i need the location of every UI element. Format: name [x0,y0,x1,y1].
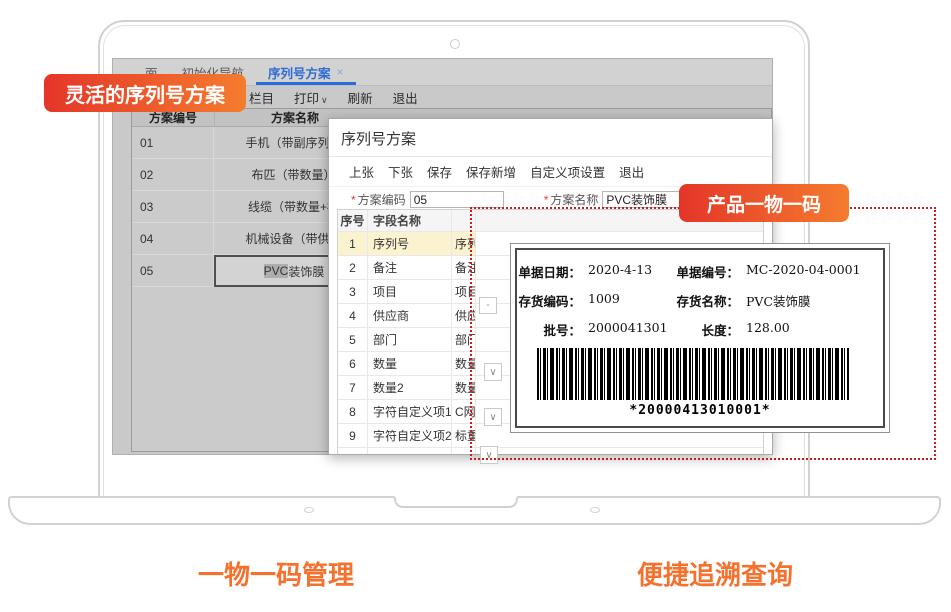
seq-cell: 2 [338,256,368,279]
label-field-key: 单据日期： [517,262,581,281]
main-toolbar-item[interactable]: 退出 [393,88,418,107]
scheme-code-cell: 04 [132,223,214,255]
badge-flexible-scheme: 灵活的序列号方案 [44,74,246,112]
seq-cell: 5 [338,328,368,351]
barcode-label-inner-border: 单据日期：2020-4-13单据编号：MC-2020-04-0001存货编码：1… [515,248,885,428]
label-field-key: 存货名称： [669,291,739,310]
main-toolbar-item[interactable]: 刷新 [348,88,373,107]
label-field-value: MC-2020-04-0001 [739,262,883,281]
badge-one-item-one-code: 产品一物一码 [679,184,849,222]
barcode-label-card: 单据日期：2020-4-13单据编号：MC-2020-04-0001存货编码：1… [510,243,890,433]
label-field-key: 单据编号： [669,262,739,281]
selected-text: PVC [264,264,289,278]
seq-cell: 1 [338,232,368,255]
dialog-title: 序列号方案 [329,119,772,157]
seq-cell: 8 [338,400,368,423]
label-field-value: 128.00 [739,320,883,339]
caption-trace-query: 便捷追溯查询 [637,555,793,592]
dialog-toolbar-item[interactable]: 下张 [388,162,413,181]
main-toolbar-item[interactable]: 栏目 [249,88,274,107]
seq-cell: 4 [338,304,368,327]
label-field-value: 2000041301 [581,320,669,339]
dialog-toolbar-item[interactable]: 保存 [427,162,452,181]
base-foot-left [304,507,314,513]
laptop-hinge-notch [394,496,518,508]
field-name-cell [368,448,452,454]
seq-cell: 7 [338,376,368,399]
field-name-cell: 供应商 [368,304,452,327]
barcode-image [537,348,849,400]
seq-cell: 6 [338,352,368,375]
main-toolbar-item[interactable]: 打印∨ [294,88,328,107]
caption-one-code-management: 一物一码管理 [198,555,354,592]
field-name-cell: 字符自定义项1 [368,400,452,423]
dialog-toolbar-item[interactable]: 退出 [619,162,644,181]
tab-close-icon[interactable]: × [337,65,344,79]
field-name-cell: 序列号 [368,232,452,255]
dialog-toolbar-item[interactable]: 上张 [349,162,374,181]
tab-active[interactable]: 序列号方案 × [256,59,356,85]
seq-cell: 10 [338,448,368,454]
scheme-code-cell: 03 [132,191,214,223]
dropdown-caret-icon: ∨ [321,95,328,105]
label-fields-grid: 单据日期：2020-4-13单据编号：MC-2020-04-0001存货编码：1… [517,250,883,339]
dialog-toolbar-item[interactable]: 保存新增 [466,162,516,181]
header-field-name: 字段名称 [368,210,452,231]
label-field-value: 1009 [581,291,669,310]
field-name-cell: 备注 [368,256,452,279]
scheme-name-input[interactable] [602,191,690,208]
seq-cell: 3 [338,280,368,303]
tab-label: 序列号方案 [268,63,331,82]
seq-cell: 9 [338,424,368,447]
scheme-code-cell: 01 [132,127,214,159]
label-field-key: 长度： [669,320,739,339]
header-seq: 序号 [338,210,368,231]
dialog-toolbar: 上张下张保存保存新增自定义项设置退出 [329,157,772,187]
dialog-toolbar-item[interactable]: 自定义项设置 [530,162,605,181]
label-field-key: 存货编码： [517,291,581,310]
scheme-code-cell: 05 [132,255,214,287]
scheme-name-label: 方案名称 [550,191,598,208]
field-name-cell: 数量 [368,352,452,375]
required-asterisk: * [351,193,356,207]
barcode-text: *20000413010001* [517,403,883,418]
scheme-code-label: 方案编码 [358,191,406,208]
scheme-code-cell: 02 [132,159,214,191]
field-name-cell: 项目 [368,280,452,303]
scheme-code-input[interactable] [410,191,504,208]
marketing-screenshot: 面初始化导航序列号方案× 栏目打印∨刷新退出 方案编号 方案名称 01手机（带副… [0,0,951,612]
field-name-cell: 数量2 [368,376,452,399]
label-field-value: 2020-4-13 [581,262,669,281]
field-name-cell: 字符自定义项2 [368,424,452,447]
required-asterisk: * [544,193,549,207]
webcam-dot [450,39,460,49]
base-foot-right [590,507,600,513]
field-name-cell: 部门 [368,328,452,351]
label-field-value: PVC装饰膜 [739,291,883,310]
label-field-key: 批号： [517,320,581,339]
